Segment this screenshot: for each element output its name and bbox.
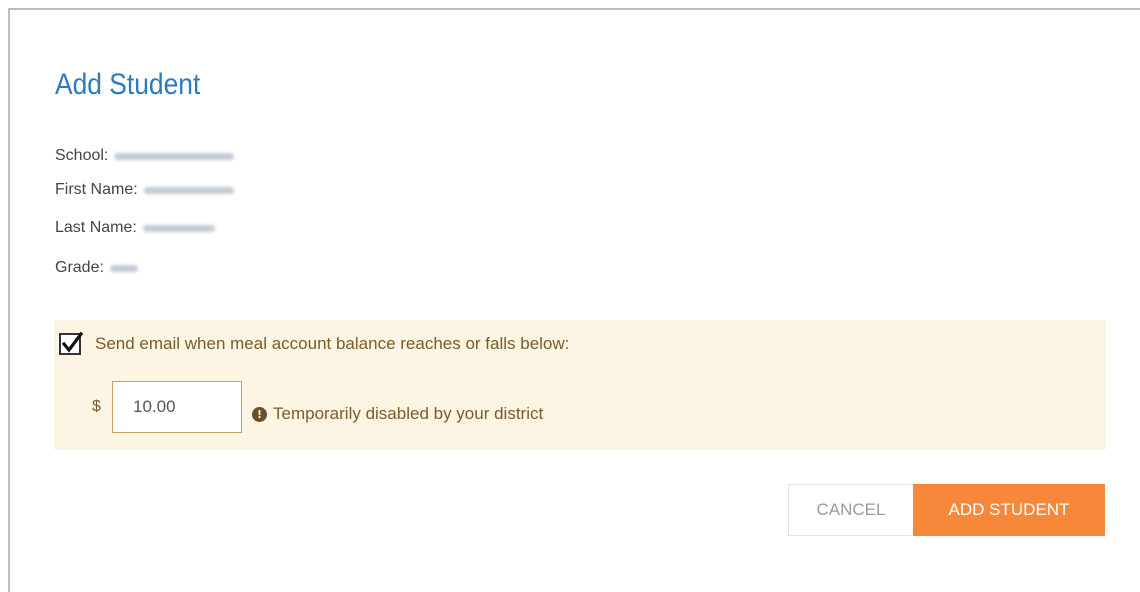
exclamation-circle-icon: !	[252, 406, 267, 422]
balance-threshold-input[interactable]	[112, 381, 242, 433]
dialog-title: Add Student	[55, 68, 201, 101]
checkmark-icon	[61, 331, 84, 353]
first-name-label: First Name:	[55, 181, 138, 198]
school-row: School:	[55, 144, 235, 168]
grade-label: Grade:	[55, 259, 104, 276]
low-balance-alert-panel: Send email when meal account balance rea…	[54, 320, 1106, 450]
last-name-label: Last Name:	[55, 219, 137, 236]
cancel-button[interactable]: CANCEL	[788, 484, 914, 536]
first-name-row: First Name:	[55, 178, 234, 202]
low-balance-checkbox[interactable]	[59, 331, 84, 355]
last-name-value-redacted	[142, 224, 215, 232]
low-balance-checkbox-label[interactable]: Send email when meal account balance rea…	[95, 334, 569, 354]
low-balance-checkbox-row: Send email when meal account balance rea…	[59, 331, 569, 355]
disabled-notice-text: Temporarily disabled by your district	[273, 404, 544, 423]
currency-symbol: $	[92, 398, 101, 415]
school-value-redacted	[114, 152, 235, 160]
last-name-row: Last Name:	[55, 216, 215, 240]
add-student-dialog: Add Student School: First Name: Last Nam…	[8, 8, 1140, 592]
grade-value-redacted	[109, 264, 138, 272]
first-name-value-redacted	[143, 186, 234, 194]
disabled-notice: ! Temporarily disabled by your district	[252, 404, 543, 424]
grade-row: Grade:	[55, 256, 138, 280]
school-label: School:	[55, 147, 109, 164]
add-student-button[interactable]: ADD STUDENT	[913, 484, 1105, 536]
